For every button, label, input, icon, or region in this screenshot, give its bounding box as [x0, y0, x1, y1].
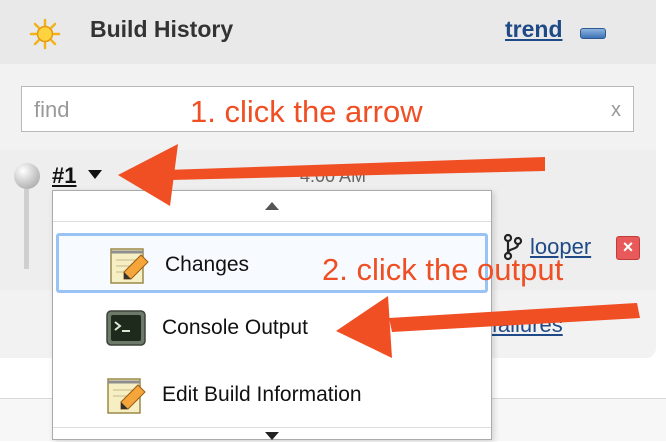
annotation-step1: 1. click the arrow [190, 94, 423, 129]
terminal-icon [106, 310, 146, 346]
menu-item-label: Changes [165, 253, 250, 276]
timeline-bar [24, 189, 29, 269]
build-menu-arrow-icon[interactable] [88, 170, 102, 179]
collapse-icon[interactable] [580, 28, 606, 39]
widget-header: Build History trend [0, 0, 656, 64]
menu-item-edit-build-information[interactable]: Edit Build Information [56, 366, 488, 426]
widget-title: Build History [90, 16, 234, 42]
clear-search-button[interactable]: x [611, 99, 621, 122]
menu-item-console-output[interactable]: Console Output [56, 299, 488, 359]
notepad-icon [110, 248, 149, 284]
menu-item-label: Console Output [162, 316, 308, 339]
scroll-up-arrow-icon[interactable] [53, 191, 491, 222]
delete-build-icon[interactable]: × [616, 236, 640, 260]
menu-item-label: Edit Build Information [162, 383, 362, 406]
trend-link[interactable]: trend [505, 16, 563, 43]
sun-icon [29, 18, 61, 50]
build-time: 4:00 AM [300, 166, 367, 186]
build-number-link[interactable]: #1 [52, 163, 76, 189]
notepad-icon [107, 378, 146, 414]
build-status-icon [14, 163, 40, 189]
build-context-menu: Changes Console Output Edit Build Inform… [52, 190, 492, 440]
annotation-step2: 2. click the output [322, 252, 564, 287]
